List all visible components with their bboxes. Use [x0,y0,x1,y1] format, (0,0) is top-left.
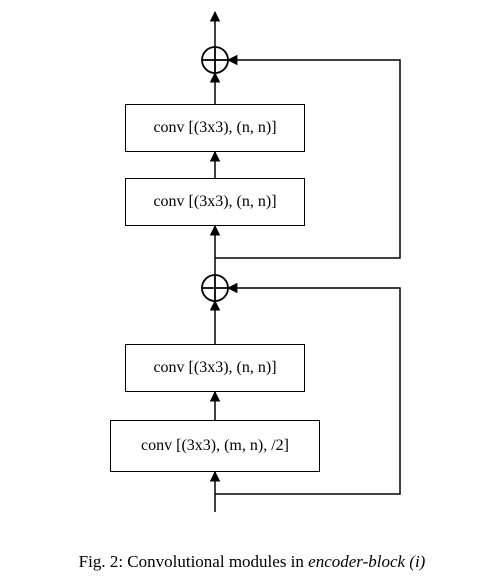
diagram-connections [0,0,504,581]
figure-caption-emph: encoder-block (i) [308,552,425,571]
figure-caption-text: Convolutional modules in [123,552,308,571]
add-node-1 [202,275,228,301]
diagram-canvas: conv [(3x3), (m, n), /2] conv [(3x3), (n… [0,0,504,581]
figure-caption: Fig. 2: Convolutional modules in encoder… [0,552,504,572]
add-node-2 [202,47,228,73]
figure-number: Fig. 2: [79,552,123,571]
